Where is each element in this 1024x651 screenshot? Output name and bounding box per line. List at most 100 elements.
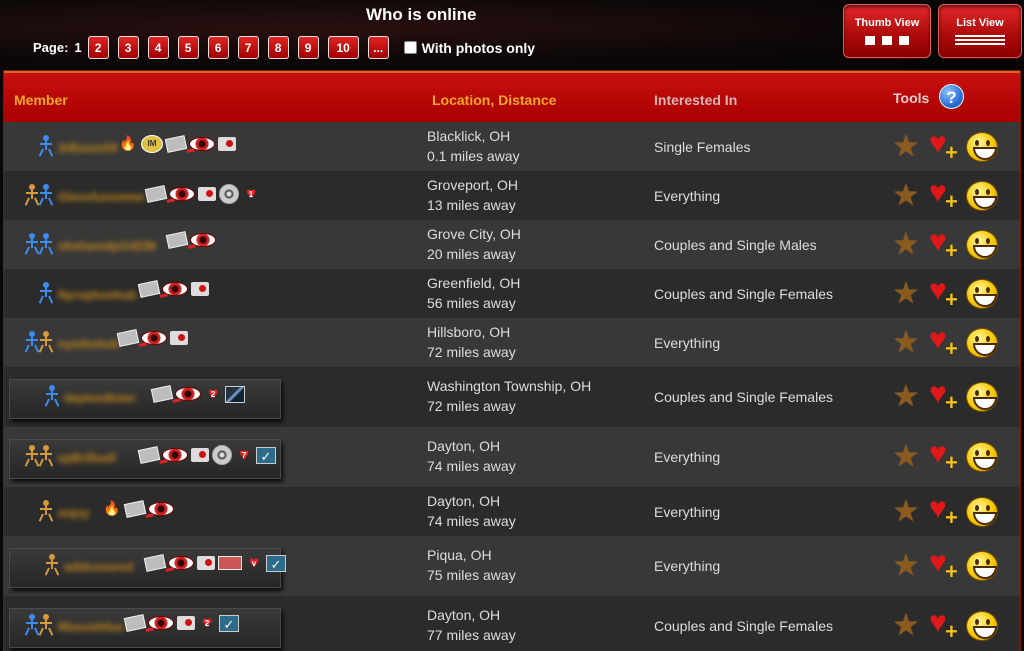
send-message-icon[interactable] xyxy=(144,184,168,203)
heart-icon[interactable]: ♥ 1 xyxy=(242,184,260,203)
star-icon[interactable]: ★ xyxy=(892,131,920,161)
mailbox-icon[interactable] xyxy=(218,556,242,570)
send-message-icon[interactable] xyxy=(123,614,147,632)
table-row[interactable]: Nyrophonhub Greenfield, OH 56 miles away Co… xyxy=(4,269,1020,318)
smile-icon[interactable] xyxy=(966,551,998,581)
page-button-2[interactable]: 2 xyxy=(87,36,109,59)
photos-icon[interactable] xyxy=(191,281,209,296)
member-username[interactable]: Glensfunsmme xyxy=(58,190,145,204)
verified-icon[interactable]: ✓ xyxy=(256,446,276,464)
member-username[interactable]: Rbsxmhfun xyxy=(58,620,124,634)
smile-icon[interactable] xyxy=(966,327,998,358)
member-username[interactable]: 3rBsomX9 xyxy=(58,141,117,155)
star-icon[interactable]: ★ xyxy=(892,382,920,412)
favorite-heart-plus-icon[interactable]: ♥ + xyxy=(929,379,961,414)
table-row[interactable]: nymhohub Hillsboro, OH 72 miles away Everyt… xyxy=(4,318,1020,367)
heart-icon[interactable]: ♥ 2 xyxy=(204,385,222,403)
heart-icon[interactable]: ♥ v xyxy=(245,554,263,572)
page-button-9[interactable]: 9 xyxy=(297,36,319,59)
favorite-heart-plus-icon[interactable]: ♥ + xyxy=(929,226,961,261)
send-message-icon[interactable] xyxy=(165,230,189,249)
member-username[interactable]: wildcovered xyxy=(64,560,133,574)
favorite-heart-plus-icon[interactable]: ♥ + xyxy=(929,608,961,643)
smile-icon[interactable] xyxy=(966,611,998,641)
fire-icon[interactable]: 🔥 xyxy=(118,135,138,153)
instant-message-icon[interactable]: IM xyxy=(141,134,163,153)
favorite-heart-plus-icon[interactable]: ♥ + xyxy=(929,493,961,528)
heart-icon[interactable]: ♥ 2 xyxy=(198,614,216,632)
photos-only-toggle[interactable]: With photos only xyxy=(403,40,535,56)
send-message-icon[interactable] xyxy=(137,446,161,464)
send-message-icon[interactable] xyxy=(123,499,147,518)
column-header-location[interactable]: Location, Distance xyxy=(432,92,556,108)
member-username[interactable]: daytondister xyxy=(64,391,136,405)
star-icon[interactable]: ★ xyxy=(892,611,920,641)
page-button-3[interactable]: 3 xyxy=(117,36,139,59)
page-button-more[interactable]: ... xyxy=(367,36,389,59)
star-icon[interactable]: ★ xyxy=(892,551,920,581)
page-button-5[interactable]: 5 xyxy=(177,36,199,59)
verified-icon[interactable]: ✓ xyxy=(266,554,286,572)
smile-icon[interactable] xyxy=(966,496,998,527)
page-button-4[interactable]: 4 xyxy=(147,36,169,59)
smile-icon[interactable] xyxy=(966,131,998,162)
member-username[interactable]: epBrilluell xyxy=(58,451,116,465)
favorite-heart-plus-icon[interactable]: ♥ + xyxy=(929,128,961,163)
member-username[interactable]: nymhohub xyxy=(58,337,119,351)
table-row[interactable]: daytondister ♥ 2 Washington Township, OH 72 … xyxy=(4,367,1020,427)
photos-only-checkbox[interactable] xyxy=(403,41,417,54)
send-message-icon[interactable] xyxy=(143,554,167,572)
fire-icon[interactable]: 🔥 xyxy=(102,500,122,518)
verified-icon[interactable]: ✓ xyxy=(219,614,239,632)
star-icon[interactable]: ★ xyxy=(892,327,920,357)
table-row[interactable]: Glensfunsmme ♥ 1 Groveport, OH 13 miles away… xyxy=(4,171,1020,220)
member-username[interactable]: Nyrophonhub xyxy=(58,288,137,302)
video-clip-icon[interactable] xyxy=(225,385,245,403)
photos-icon[interactable] xyxy=(177,616,195,630)
page-button-8[interactable]: 8 xyxy=(267,36,289,59)
send-message-icon[interactable] xyxy=(137,279,161,298)
send-message-icon[interactable] xyxy=(164,134,188,153)
favorite-heart-plus-icon[interactable]: ♥ + xyxy=(929,324,961,359)
send-message-icon[interactable] xyxy=(150,385,174,403)
column-header-member[interactable]: Member xyxy=(14,92,68,108)
star-icon[interactable]: ★ xyxy=(892,180,920,210)
heart-icon[interactable]: ♥ 7 xyxy=(235,446,253,464)
member-username[interactable]: enjoy xyxy=(58,506,89,520)
favorite-heart-plus-icon[interactable]: ♥ + xyxy=(929,177,961,212)
send-message-icon[interactable] xyxy=(116,328,140,347)
thumb-view-button[interactable]: Thumb View xyxy=(843,4,931,58)
photos-icon[interactable] xyxy=(218,136,236,151)
member-username[interactable]: ohsharedpi14236 xyxy=(58,239,156,253)
video-icon[interactable] xyxy=(219,183,239,204)
photos-icon[interactable] xyxy=(170,330,188,345)
star-icon[interactable]: ★ xyxy=(892,496,920,526)
table-row[interactable]: wildcovered ♥ v ✓ Piqua, OH 75 miles away Ever… xyxy=(4,536,1020,596)
page-button-6[interactable]: 6 xyxy=(207,36,229,59)
star-icon[interactable]: ★ xyxy=(892,229,920,259)
page-button-7[interactable]: 7 xyxy=(237,36,259,59)
star-icon[interactable]: ★ xyxy=(892,442,920,472)
list-view-button[interactable]: List View xyxy=(938,4,1022,58)
table-row[interactable]: enjoy 🔥 Dayton, OH 74 miles away Everything ★… xyxy=(4,487,1020,536)
smile-icon[interactable] xyxy=(966,278,998,309)
smile-icon[interactable] xyxy=(966,229,998,260)
favorite-heart-plus-icon[interactable]: ♥ + xyxy=(929,439,961,474)
photos-icon[interactable] xyxy=(198,186,216,201)
smile-icon[interactable] xyxy=(966,382,998,412)
favorite-heart-plus-icon[interactable]: ♥ + xyxy=(929,548,961,583)
member-location: Grove City, OH xyxy=(427,225,521,242)
favorite-heart-plus-icon[interactable]: ♥ + xyxy=(929,275,961,310)
table-row[interactable]: ohsharedpi14236 Grove City, OH 20 miles aw… xyxy=(4,220,1020,269)
star-icon[interactable]: ★ xyxy=(892,278,920,308)
photos-icon[interactable] xyxy=(191,448,209,462)
table-row[interactable]: Rbsxmhfun ♥ 2 ✓ Dayton, OH 77 miles away Coupl… xyxy=(4,596,1020,651)
page-button-10[interactable]: 10 xyxy=(327,36,359,59)
smile-icon[interactable] xyxy=(966,442,998,472)
smile-icon[interactable] xyxy=(966,180,998,211)
video-icon[interactable] xyxy=(212,445,232,465)
table-row[interactable]: epBrilluell ♥ 7 ✓ Dayton, OH 74 miles away Eve… xyxy=(4,427,1020,487)
table-row[interactable]: 3rBsomX9 🔥 IM Blacklick, OH 0.1 miles away Si… xyxy=(4,122,1020,171)
photos-icon[interactable] xyxy=(197,556,215,570)
help-icon[interactable]: ? xyxy=(939,84,964,109)
